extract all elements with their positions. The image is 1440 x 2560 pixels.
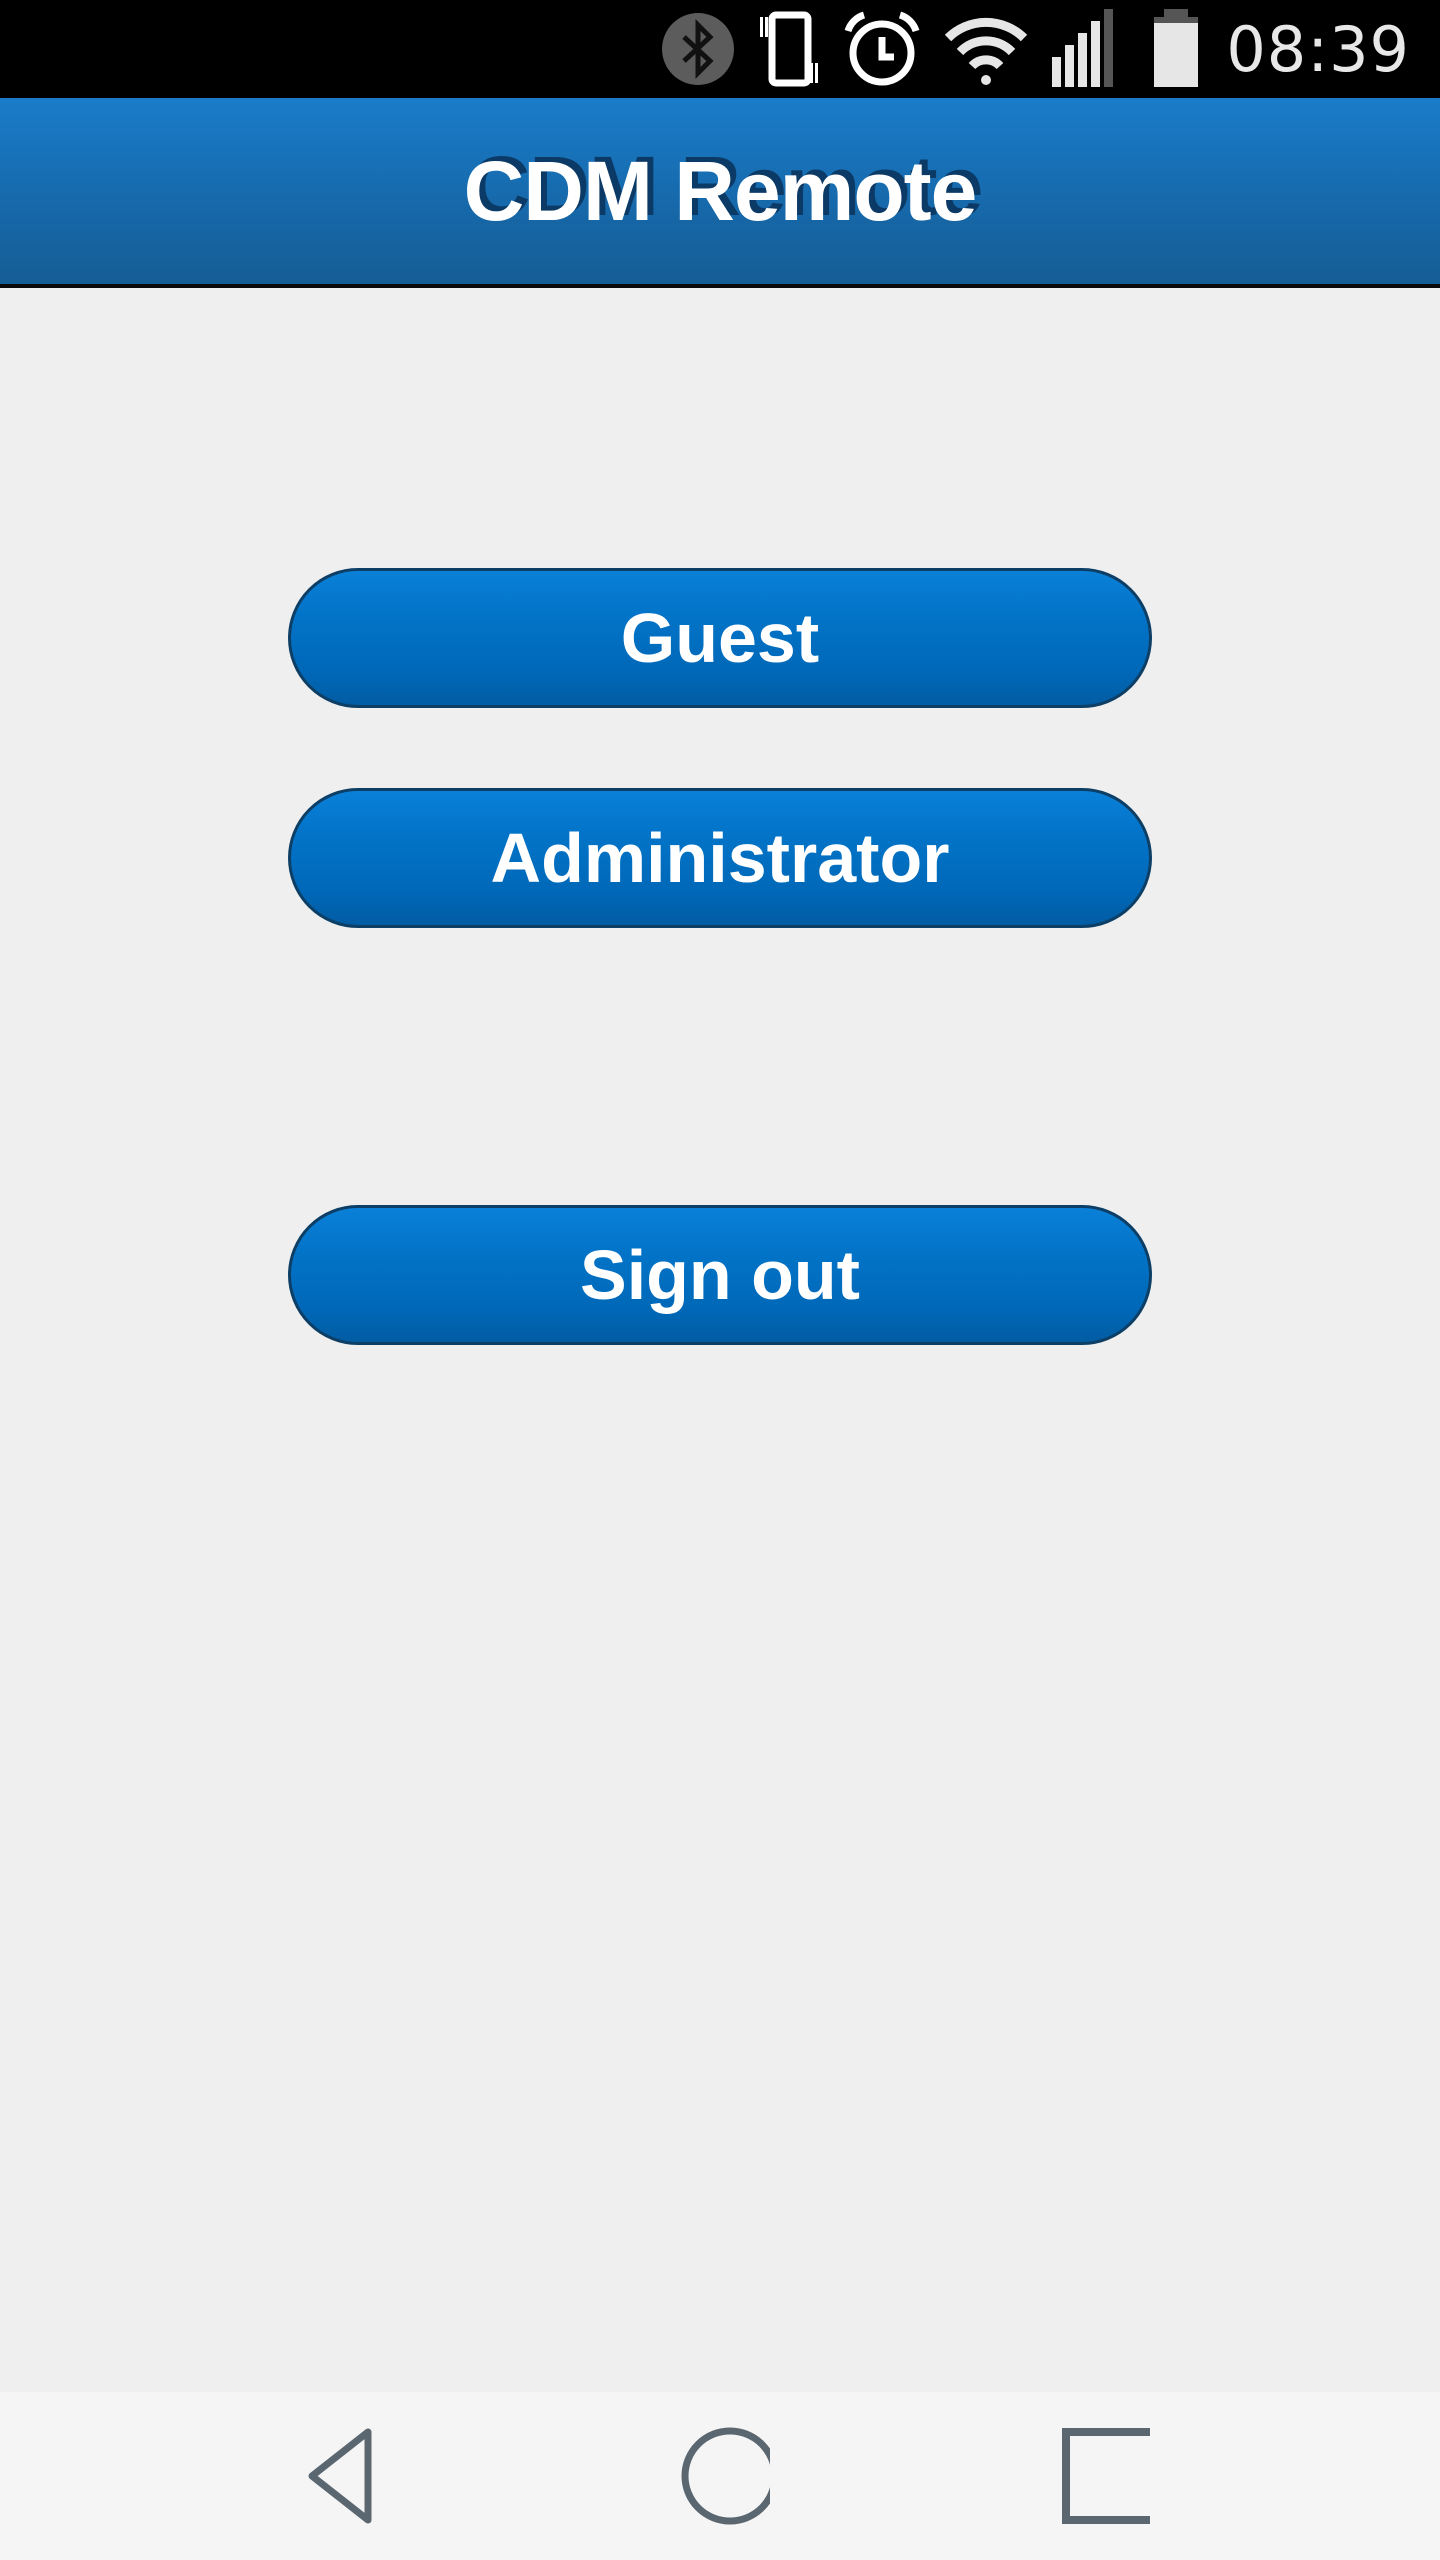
vibrate-icon (758, 11, 820, 87)
status-time: 08:39 (1226, 12, 1410, 86)
alarm-icon (842, 9, 922, 89)
recent-apps-button[interactable] (1040, 2426, 1160, 2526)
app-header: CDM Remote (0, 98, 1440, 288)
back-button[interactable] (280, 2426, 400, 2526)
sign-out-button[interactable]: Sign out (288, 1205, 1152, 1345)
navigation-bar (0, 2392, 1440, 2560)
guest-button[interactable]: Guest (288, 568, 1152, 708)
bluetooth-icon (660, 11, 736, 87)
battery-icon (1152, 9, 1200, 89)
wifi-icon (944, 12, 1028, 86)
app-title: CDM Remote (463, 143, 978, 238)
back-icon (308, 2428, 372, 2524)
cell-signal-icon (1050, 9, 1130, 89)
home-icon (681, 2427, 770, 2525)
status-bar: 08:39 (0, 0, 1440, 98)
recent-apps-icon (1062, 2428, 1150, 2524)
home-button[interactable] (660, 2426, 780, 2526)
administrator-button[interactable]: Administrator (288, 788, 1152, 928)
